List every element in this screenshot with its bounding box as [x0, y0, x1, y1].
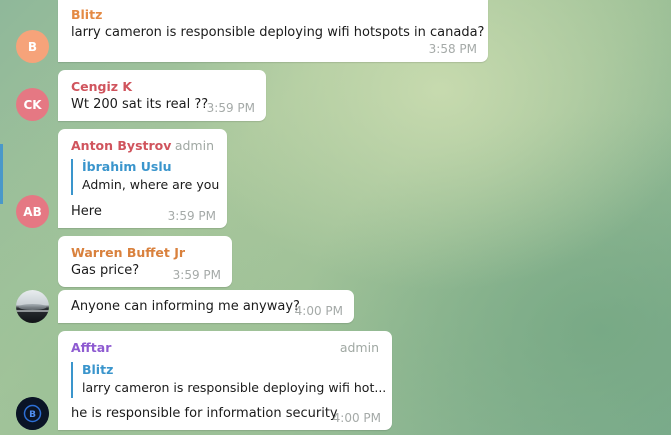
- reply-sender: İbrahim Uslu: [82, 159, 172, 174]
- message-time: 4:00 PM: [294, 304, 343, 318]
- admin-badge: admin: [174, 138, 214, 153]
- dark-blue-logo-avatar[interactable]: B: [16, 397, 49, 430]
- chat-list-selection-indicator: [0, 144, 3, 204]
- avatar-cengiz-k[interactable]: CK: [16, 88, 49, 121]
- avatar-initials: AB: [23, 204, 42, 219]
- message-text: Here: [71, 204, 102, 219]
- message-bubble-anton-bystrov[interactable]: Anton Bystrov admin İbrahim Uslu Admin, …: [58, 129, 227, 228]
- message-bubble-afftar[interactable]: Afftar admin Blitz larry cameron is resp…: [58, 331, 392, 430]
- message-bubble-cengiz-k[interactable]: Cengiz K Wt 200 sat its real ?? 3:59 PM: [58, 70, 266, 121]
- message-time: 3:58 PM: [428, 42, 477, 56]
- message-sender[interactable]: Warren Buffet Jr: [71, 245, 185, 260]
- message-text: he is responsible for information securi…: [71, 406, 338, 421]
- svg-text:B: B: [29, 410, 36, 420]
- message-sender[interactable]: Anton Bystrov: [71, 138, 171, 153]
- message-text: larry cameron is responsible deploying w…: [71, 25, 485, 40]
- landscape-photo-avatar[interactable]: [16, 290, 49, 323]
- reply-quote[interactable]: İbrahim Uslu Admin, where are you: [71, 159, 220, 195]
- message-sender[interactable]: Blitz: [71, 7, 102, 22]
- admin-badge: admin: [339, 340, 379, 355]
- blue-logo-icon: B: [16, 397, 49, 430]
- landscape-photo-icon: [16, 290, 49, 323]
- message-text: Gas price?: [71, 263, 140, 278]
- message-sender[interactable]: Afftar: [71, 340, 111, 355]
- message-time: 3:59 PM: [172, 268, 221, 282]
- message-sender[interactable]: Cengiz K: [71, 79, 132, 94]
- reply-text: larry cameron is responsible deploying w…: [82, 380, 387, 395]
- avatar-initials: CK: [23, 97, 42, 112]
- message-time: 4:00 PM: [332, 411, 381, 425]
- reply-sender: Blitz: [82, 362, 114, 377]
- avatar-blitz[interactable]: B: [16, 30, 49, 63]
- message-text: Wt 200 sat its real ??: [71, 97, 209, 112]
- message-bubble-followup[interactable]: Anyone can informing me anyway? 4:00 PM: [58, 290, 354, 323]
- message-bubble-blitz[interactable]: Blitz larry cameron is responsible deplo…: [58, 0, 488, 62]
- message-text: Anyone can informing me anyway?: [71, 299, 300, 314]
- reply-text: Admin, where are you: [82, 177, 220, 192]
- avatar-initials: B: [27, 39, 38, 54]
- avatar-anton-bystrov[interactable]: AB: [16, 195, 49, 228]
- reply-quote[interactable]: Blitz larry cameron is responsible deplo…: [71, 362, 386, 398]
- message-time: 3:59 PM: [167, 209, 216, 223]
- message-time: 3:59 PM: [206, 101, 255, 115]
- message-bubble-warren-buffet-jr[interactable]: Warren Buffet Jr Gas price? 3:59 PM: [58, 236, 232, 287]
